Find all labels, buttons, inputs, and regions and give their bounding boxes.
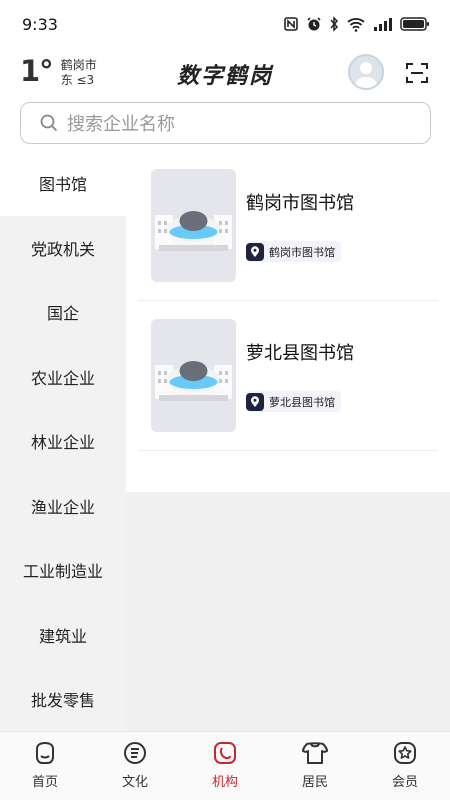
library-tag: 鹤岗市图书馆	[246, 241, 341, 262]
resident-icon	[302, 742, 328, 764]
bluetooth-icon	[330, 16, 339, 32]
category-agriculture[interactable]: 农业企业	[0, 345, 126, 410]
category-label: 农业企业	[30, 368, 95, 388]
category-label: 国企	[46, 304, 79, 324]
category-label: 渔业企业	[30, 497, 95, 517]
category-label: 图书馆	[38, 175, 87, 195]
list-item[interactable]: 鹤岗市图书馆 鹤岗市图书馆	[138, 151, 438, 301]
signal-icon	[374, 18, 392, 31]
category-wholesale-retail[interactable]: 批发零售	[0, 667, 126, 731]
category-party-government[interactable]: 党政机关	[0, 216, 126, 281]
avatar[interactable]	[348, 54, 384, 90]
status-bar: 9:33	[0, 0, 450, 48]
list-item[interactable]: 萝北县图书馆 萝北县图书馆	[138, 301, 438, 451]
nav-resident[interactable]: 居民	[270, 732, 360, 800]
nav-label: 居民	[301, 775, 328, 790]
bottom-nav: 首页 文化 机构 居民 会员	[0, 731, 450, 800]
scan-icon[interactable]	[405, 61, 429, 85]
category-construction[interactable]: 建筑业	[0, 603, 126, 668]
library-thumbnail	[151, 319, 236, 432]
category-label: 党政机关	[30, 239, 95, 259]
culture-icon	[124, 742, 146, 764]
category-manufacturing[interactable]: 工业制造业	[0, 538, 126, 603]
search-placeholder: 搜索企业名称	[67, 114, 175, 135]
library-building-icon	[151, 169, 236, 282]
battery-icon	[400, 17, 429, 31]
results-panel: 鹤岗市图书馆 鹤岗市图书馆 萝北县图书馆 萝北县图书馆	[126, 151, 450, 731]
tag-label: 萝北县图书馆	[269, 395, 335, 409]
member-icon	[394, 742, 416, 764]
home-face-icon	[36, 741, 54, 764]
category-state-owned[interactable]: 国企	[0, 280, 126, 345]
nav-label: 机构	[211, 775, 238, 790]
library-tag: 萝北县图书馆	[246, 391, 341, 412]
search-input[interactable]: 搜索企业名称	[20, 102, 431, 144]
user-avatar-icon	[354, 62, 378, 88]
category-label: 工业制造业	[22, 562, 103, 582]
category-library[interactable]: 图书馆	[0, 151, 126, 216]
nav-member[interactable]: 会员	[360, 732, 450, 800]
nav-home[interactable]: 首页	[0, 732, 90, 800]
category-label: 批发零售	[30, 691, 95, 711]
tag-label: 鹤岗市图书馆	[269, 245, 335, 259]
category-sidebar: 图书馆 党政机关 国企 农业企业 林业企业 渔业企业 工业制造业 建筑业 批发零…	[0, 151, 126, 731]
location-pin-icon	[246, 392, 264, 411]
results-list: 鹤岗市图书馆 鹤岗市图书馆 萝北县图书馆 萝北县图书馆	[126, 151, 450, 492]
library-name: 鹤岗市图书馆	[246, 193, 354, 214]
library-building-icon	[151, 319, 236, 432]
category-label: 林业企业	[30, 433, 95, 453]
nav-culture[interactable]: 文化	[90, 732, 180, 800]
status-icons	[283, 16, 430, 32]
institution-icon	[214, 742, 236, 764]
wifi-icon	[347, 18, 365, 32]
category-forestry[interactable]: 林业企业	[0, 409, 126, 474]
library-thumbnail	[151, 169, 236, 282]
category-label: 建筑业	[38, 626, 87, 646]
nav-institution[interactable]: 机构	[180, 732, 270, 800]
library-name: 萝北县图书馆	[246, 343, 354, 364]
status-time: 9:33	[22, 14, 58, 34]
search-icon	[40, 114, 58, 132]
nav-label: 会员	[391, 775, 418, 790]
nav-label: 首页	[31, 775, 58, 790]
alarm-icon	[307, 17, 321, 31]
app-header: 1° 鹤岗市 东 ≤3 数字鹤岗	[0, 50, 450, 96]
nfc-icon	[284, 17, 298, 31]
category-fishery[interactable]: 渔业企业	[0, 474, 126, 539]
location-pin-icon	[246, 242, 264, 261]
nav-label: 文化	[121, 775, 148, 790]
